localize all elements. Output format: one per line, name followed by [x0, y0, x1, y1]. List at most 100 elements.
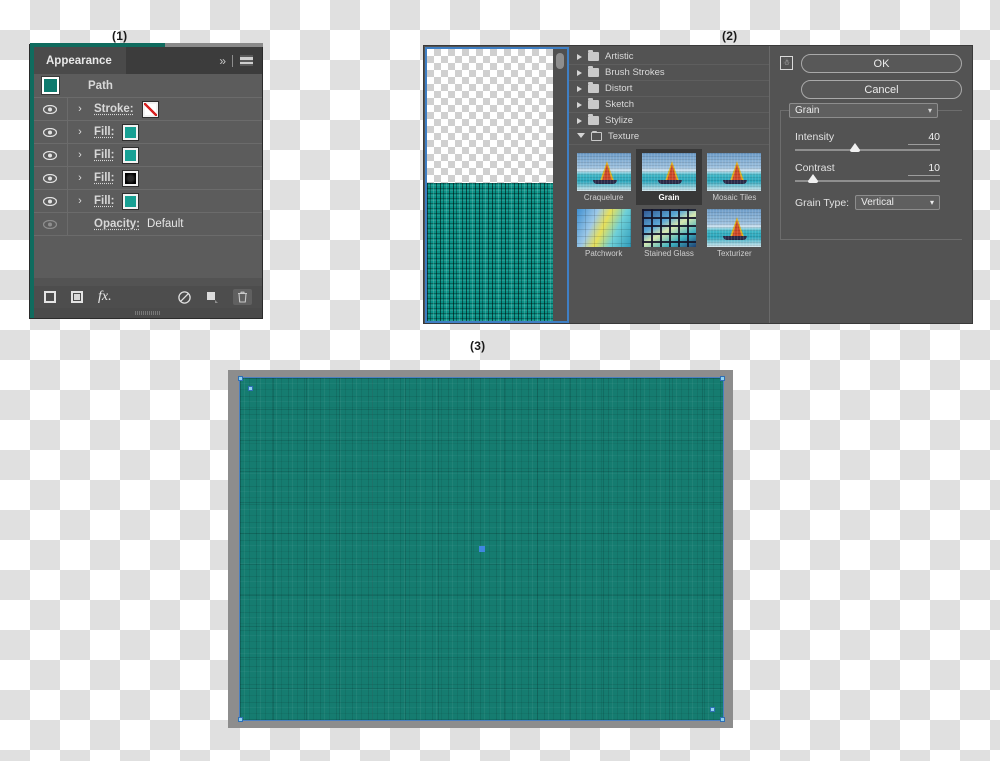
selection-anchor-bottom-right[interactable]: [720, 717, 725, 722]
path-anchor-top-left[interactable]: [248, 386, 253, 391]
double-chevron-right-icon[interactable]: »: [219, 54, 226, 68]
figure-label-three: (3): [470, 339, 486, 353]
target-thumbnail-swatch[interactable]: [41, 76, 60, 95]
preview-scrollbar[interactable]: [553, 49, 567, 321]
visibility-eye-icon[interactable]: [42, 196, 58, 206]
category-distort[interactable]: Distort: [569, 81, 769, 97]
opacity-label[interactable]: Opacity:: [94, 218, 140, 230]
row-attribute-label: Stroke:: [94, 103, 134, 115]
visibility-eye-icon-dim[interactable]: [42, 219, 58, 229]
filter-preview-pane[interactable]: [425, 47, 569, 323]
filter-gallery-dialog: Artistic Brush Strokes Distort Sketch St…: [424, 46, 972, 323]
appearance-row-fill-1[interactable]: › Fill:: [34, 120, 262, 144]
category-label: Artistic: [605, 51, 634, 62]
selection-anchor-top-left[interactable]: [238, 376, 243, 381]
fill-color-swatch[interactable]: [122, 123, 140, 141]
visibility-eye-icon[interactable]: [42, 127, 58, 137]
chevron-right-icon[interactable]: [577, 117, 582, 124]
visibility-eye-icon[interactable]: [42, 150, 58, 160]
add-new-stroke-button[interactable]: [44, 291, 56, 303]
row-divider: [67, 166, 68, 190]
chevron-right-icon[interactable]: ›: [73, 172, 87, 184]
texture-filter-grid: Craquelure Grain Mosaic Tiles Patchwork: [569, 145, 769, 261]
header-divider: [232, 54, 233, 67]
appearance-panel-footer: fx.: [34, 286, 262, 308]
chevron-right-icon[interactable]: ›: [73, 103, 87, 115]
appearance-panel: Appearance » Path › Stroke: › Fill: › Fi…: [30, 43, 263, 318]
category-stylize[interactable]: Stylize: [569, 113, 769, 129]
visibility-eye-icon[interactable]: [42, 104, 58, 114]
filter-label: Mosaic Tiles: [712, 193, 757, 202]
fill-color-swatch[interactable]: [122, 169, 140, 187]
stroke-color-swatch-none[interactable]: [141, 100, 159, 118]
grain-type-select[interactable]: Vertical ▾: [855, 195, 940, 210]
appearance-row-fill-2[interactable]: › Fill:: [34, 143, 262, 167]
panel-menu-icon[interactable]: [240, 55, 253, 66]
folder-icon: [588, 82, 599, 93]
filter-patchwork[interactable]: Patchwork: [571, 205, 636, 261]
delete-item-button[interactable]: [233, 289, 252, 305]
ok-button[interactable]: OK: [801, 54, 962, 73]
visibility-eye-icon[interactable]: [42, 173, 58, 183]
appearance-row-fill-3[interactable]: › Fill:: [34, 166, 262, 190]
figure-label-one: (1): [112, 29, 128, 43]
contrast-value[interactable]: 10: [908, 162, 940, 176]
filter-craquelure[interactable]: Craquelure: [571, 149, 636, 205]
category-artistic[interactable]: Artistic: [569, 49, 769, 65]
appearance-row-opacity[interactable]: Opacity: Default: [34, 212, 262, 236]
filter-name-select[interactable]: Grain ▾: [789, 103, 938, 118]
clear-appearance-button[interactable]: [178, 290, 191, 304]
figure-label-two: (2): [722, 29, 738, 43]
preview-scrollbar-thumb[interactable]: [556, 53, 564, 69]
duplicate-item-button[interactable]: [206, 291, 218, 303]
chevron-right-icon[interactable]: ›: [73, 149, 87, 161]
row-divider: [67, 97, 68, 121]
filter-thumbnail: [641, 153, 696, 191]
chevron-right-icon[interactable]: [577, 53, 582, 60]
category-brush-strokes[interactable]: Brush Strokes: [569, 65, 769, 81]
category-sketch[interactable]: Sketch: [569, 97, 769, 113]
appearance-row-stroke[interactable]: › Stroke:: [34, 97, 262, 121]
object-center-point[interactable]: [478, 546, 485, 552]
appearance-target-row[interactable]: Path: [34, 74, 262, 98]
illustrator-artboard[interactable]: [238, 376, 725, 722]
intensity-value[interactable]: 40: [908, 131, 940, 145]
chevron-right-icon[interactable]: [577, 85, 582, 92]
selection-anchor-top-right[interactable]: [720, 376, 725, 381]
new-effect-layer-icon[interactable]: ☃: [780, 56, 793, 70]
chevron-right-icon[interactable]: ›: [73, 195, 87, 207]
contrast-slider[interactable]: [795, 174, 940, 183]
category-label: Sketch: [605, 99, 635, 110]
chevron-right-icon[interactable]: [577, 69, 582, 76]
chevron-right-icon[interactable]: [577, 101, 582, 108]
filter-mosaic-tiles[interactable]: Mosaic Tiles: [702, 149, 767, 205]
cancel-button[interactable]: Cancel: [801, 80, 962, 99]
filter-texturizer[interactable]: Texturizer: [702, 205, 767, 261]
folder-icon: [588, 66, 599, 77]
intensity-slider-knob[interactable]: [850, 143, 861, 152]
tab-appearance[interactable]: Appearance: [34, 47, 126, 74]
selection-anchor-bottom-left[interactable]: [238, 717, 243, 722]
filter-settings-pane: ☃ OK Cancel Grain ▾ Intensity 40 Contras…: [769, 46, 972, 323]
fill-color-swatch[interactable]: [122, 192, 140, 210]
chevron-down-icon: ▾: [929, 198, 934, 207]
fill-color-swatch[interactable]: [122, 146, 140, 164]
panel-resize-grip[interactable]: [34, 308, 262, 318]
category-label: Stylize: [605, 115, 633, 126]
add-new-fill-button[interactable]: [71, 291, 83, 303]
add-new-effect-button[interactable]: fx.: [98, 289, 112, 305]
artboard-canvas-area: [228, 370, 733, 728]
intensity-slider[interactable]: [795, 143, 940, 152]
filter-grain[interactable]: Grain: [636, 149, 702, 205]
path-anchor-bottom-right[interactable]: [710, 707, 715, 712]
chevron-down-icon[interactable]: [577, 132, 585, 141]
category-texture[interactable]: Texture: [569, 129, 769, 145]
opacity-value[interactable]: Default: [147, 218, 183, 230]
filter-stained-glass[interactable]: Stained Glass: [636, 205, 701, 261]
grain-texture-preview: [427, 183, 567, 321]
appearance-row-fill-4[interactable]: › Fill:: [34, 189, 262, 213]
contrast-slider-knob[interactable]: [808, 174, 819, 183]
filter-name-value: Grain: [795, 105, 820, 116]
row-divider: [67, 120, 68, 144]
chevron-right-icon[interactable]: ›: [73, 126, 87, 138]
